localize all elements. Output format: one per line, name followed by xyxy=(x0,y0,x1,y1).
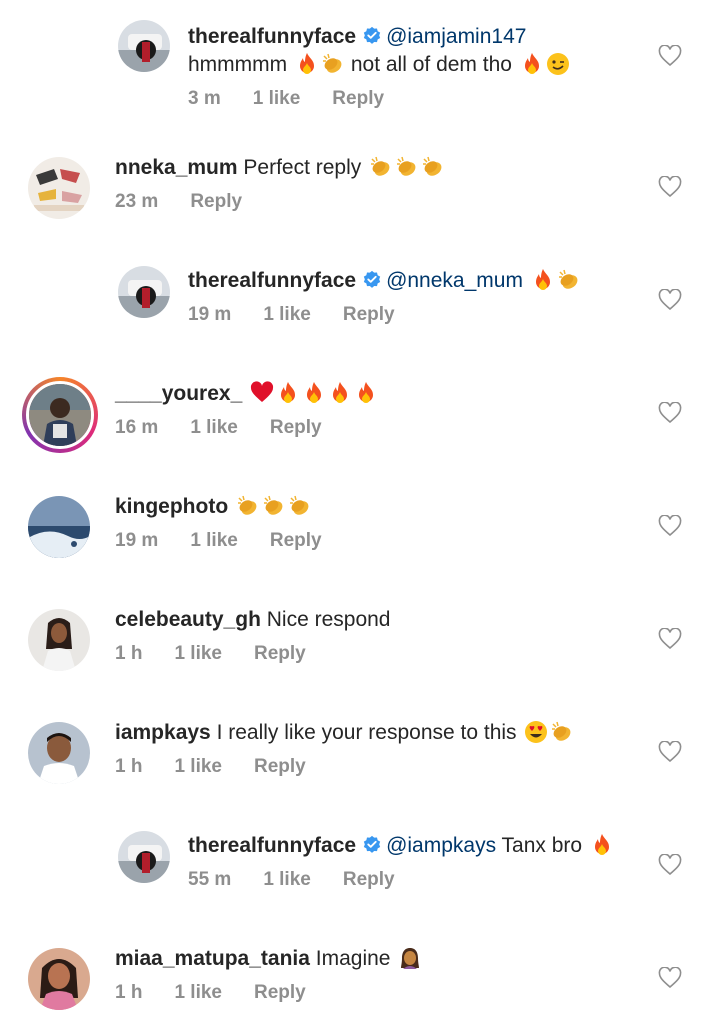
avatar[interactable] xyxy=(118,266,170,318)
heart-outline-icon[interactable] xyxy=(658,854,682,876)
heart-outline-icon[interactable] xyxy=(658,967,682,989)
timestamp: 1 h xyxy=(115,756,143,777)
clap-emoji xyxy=(550,720,574,744)
timestamp: 19 m xyxy=(188,304,232,325)
username[interactable]: miaa_matupa_tania xyxy=(115,947,310,970)
fire-emoji xyxy=(302,381,326,405)
comment-text: hmmmmm xyxy=(188,53,288,76)
timestamp: 23 m xyxy=(115,191,159,212)
reply-button[interactable]: Reply xyxy=(254,756,306,777)
comment-item: celebeauty_gh Nice respond 1 h 1 like Repl… xyxy=(0,592,720,692)
fire-emoji xyxy=(328,381,352,405)
clap-emoji xyxy=(557,268,581,292)
comment-item: miaa_matupa_tania Imagine 1 h 1 like Reply xyxy=(0,931,720,1029)
reply-button[interactable]: Reply xyxy=(270,417,322,438)
username[interactable]: therealfunnyface xyxy=(188,834,356,857)
comment-item: ____yourex_ 16 m 1 like Reply xyxy=(0,366,720,466)
woman-emoji xyxy=(398,946,422,970)
heart-outline-icon[interactable] xyxy=(658,289,682,311)
wink-emoji xyxy=(546,52,570,76)
fire-emoji xyxy=(295,52,319,76)
verified-badge-icon xyxy=(362,270,382,290)
avatar[interactable] xyxy=(118,20,170,72)
clap-emoji xyxy=(369,155,393,179)
verified-badge-icon xyxy=(362,835,382,855)
likes-count[interactable]: 1 like xyxy=(174,643,222,664)
avatar[interactable] xyxy=(28,609,90,671)
avatar[interactable] xyxy=(118,831,170,883)
likes-count[interactable]: 1 like xyxy=(174,982,222,1003)
avatar[interactable] xyxy=(28,157,90,219)
reply-button[interactable]: Reply xyxy=(343,304,395,325)
red-heart-emoji xyxy=(250,381,274,405)
fire-emoji xyxy=(531,268,555,292)
timestamp: 1 h xyxy=(115,982,143,1003)
comment-text-2: not all of dem tho xyxy=(350,53,512,76)
comment-item: therealfunnyface @iamjamin147 hmmmmm not … xyxy=(0,0,720,120)
reply-button[interactable]: Reply xyxy=(254,643,306,664)
fire-emoji xyxy=(276,381,300,405)
timestamp: 16 m xyxy=(115,417,159,438)
mention-link[interactable]: @iampkays xyxy=(386,834,496,857)
clap-emoji xyxy=(395,155,419,179)
avatar[interactable] xyxy=(28,496,90,558)
clap-emoji xyxy=(321,52,345,76)
likes-count[interactable]: 1 like xyxy=(174,756,222,777)
comment-item: kingephoto 19 m 1 like Reply xyxy=(0,479,720,579)
comment-text: Imagine xyxy=(315,947,391,970)
username[interactable]: ____yourex_ xyxy=(115,382,242,405)
timestamp: 1 h xyxy=(115,643,143,664)
username[interactable]: kingephoto xyxy=(115,495,228,518)
heart-outline-icon[interactable] xyxy=(658,741,682,763)
reply-button[interactable]: Reply xyxy=(254,982,306,1003)
heart-outline-icon[interactable] xyxy=(658,176,682,198)
comment-item: therealfunnyface @iampkays Tanx bro 55 m 1… xyxy=(0,818,720,918)
avatar[interactable] xyxy=(28,722,90,784)
mention-link[interactable]: @iamjamin147 xyxy=(386,25,526,48)
reply-button[interactable]: Reply xyxy=(270,530,322,551)
verified-badge-icon xyxy=(362,26,382,46)
likes-count[interactable]: 1 like xyxy=(190,417,238,438)
likes-count[interactable]: 1 like xyxy=(263,304,311,325)
username[interactable]: nneka_mum xyxy=(115,156,238,179)
clap-emoji xyxy=(421,155,445,179)
likes-count[interactable]: 1 like xyxy=(263,869,311,890)
timestamp: 3 m xyxy=(188,88,221,109)
comment-item: iampkays I really like your response to … xyxy=(0,705,720,805)
fire-emoji xyxy=(590,833,614,857)
comment-text: Tanx bro xyxy=(501,834,583,857)
clap-emoji xyxy=(236,494,260,518)
timestamp: 19 m xyxy=(115,530,159,551)
reply-button[interactable]: Reply xyxy=(190,191,242,212)
likes-count[interactable]: 1 like xyxy=(190,530,238,551)
clap-emoji xyxy=(288,494,312,518)
reply-button[interactable]: Reply xyxy=(343,869,395,890)
avatar[interactable] xyxy=(28,948,90,1010)
fire-emoji xyxy=(520,52,544,76)
comment-item: therealfunnyface @nneka_mum 19 m 1 like Rep… xyxy=(0,253,720,353)
comment-text: I really like your response to this xyxy=(216,721,517,744)
username[interactable]: iampkays xyxy=(115,721,211,744)
heart-outline-icon[interactable] xyxy=(658,515,682,537)
mention-link[interactable]: @nneka_mum xyxy=(386,269,523,292)
heart-outline-icon[interactable] xyxy=(658,628,682,650)
avatar[interactable] xyxy=(22,377,98,453)
username[interactable]: therealfunnyface xyxy=(188,25,356,48)
heart-outline-icon[interactable] xyxy=(658,45,682,67)
fire-emoji xyxy=(354,381,378,405)
comment-text: Nice respond xyxy=(266,608,391,631)
likes-count[interactable]: 1 like xyxy=(253,88,301,109)
heart-outline-icon[interactable] xyxy=(658,402,682,424)
clap-emoji xyxy=(262,494,286,518)
comment-item: nneka_mum Perfect reply 23 m Reply xyxy=(0,140,720,230)
heart-eyes-emoji xyxy=(524,720,548,744)
reply-button[interactable]: Reply xyxy=(332,88,384,109)
username[interactable]: therealfunnyface xyxy=(188,269,356,292)
username[interactable]: celebeauty_gh xyxy=(115,608,261,631)
comment-text: Perfect reply xyxy=(243,156,362,179)
timestamp: 55 m xyxy=(188,869,232,890)
